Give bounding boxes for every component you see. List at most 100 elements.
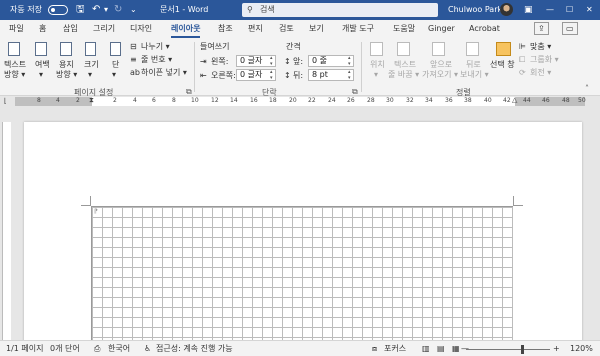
text-direction-icon[interactable]	[8, 42, 20, 56]
zoom-in-button[interactable]: +	[553, 344, 560, 354]
tab-design[interactable]: 디자인	[130, 23, 152, 35]
text-direction-dropdown[interactable]: 방향 ▾	[4, 70, 25, 80]
position-icon[interactable]	[370, 42, 383, 56]
breaks-button[interactable]: 나누기 ▾	[141, 42, 170, 52]
maximize-button[interactable]: ☐	[566, 4, 573, 16]
group-icon[interactable]: ⧠	[519, 55, 525, 65]
orientation-dropdown[interactable]: 방향 ▾	[56, 70, 77, 80]
search-box[interactable]: ⚲ 검색	[242, 3, 438, 17]
tab-insert[interactable]: 삽입	[63, 23, 78, 35]
comments-icon[interactable]: ▭	[562, 22, 578, 35]
page[interactable]: ⁋	[24, 122, 582, 346]
send-backward-dropdown[interactable]: 보내기 ▾	[460, 70, 489, 80]
margins-dropdown[interactable]: ▾	[39, 70, 43, 80]
wrap-text-icon[interactable]	[397, 42, 410, 56]
align-button[interactable]: 맞춤 ▾	[530, 42, 551, 52]
customize-qat-icon[interactable]: ⌄	[130, 4, 137, 16]
breaks-icon[interactable]: ⊟	[130, 42, 137, 52]
tab-layout[interactable]: 레이아웃	[171, 23, 201, 38]
user-name[interactable]: Chulwoo Park	[448, 4, 502, 16]
orientation-icon[interactable]	[60, 42, 72, 56]
indent-right-input[interactable]: 0 글자	[236, 69, 276, 81]
tab-developer[interactable]: 개발 도구	[342, 23, 374, 35]
tab-mailings[interactable]: 편지	[248, 23, 263, 35]
send-backward-button[interactable]: 뒤로	[466, 60, 481, 70]
columns-button[interactable]: 단	[112, 60, 119, 70]
line-numbers-button[interactable]: 줄 번호 ▾	[141, 55, 172, 65]
tab-help[interactable]: 도움말	[393, 23, 415, 35]
vertical-ruler[interactable]	[2, 122, 11, 342]
rotate-button[interactable]: 회전 ▾	[530, 68, 551, 78]
position-button[interactable]: 위치	[370, 60, 385, 70]
word-count[interactable]: 0개 단어	[50, 344, 80, 354]
read-mode-icon[interactable]: ▥	[422, 344, 430, 354]
size-button[interactable]: 크기	[84, 60, 99, 70]
accessibility-status[interactable]: 접근성: 계속 진행 가능	[156, 344, 233, 354]
undo-icon[interactable]: ↶	[92, 4, 100, 16]
avatar[interactable]	[500, 3, 513, 16]
redo-icon[interactable]: ↻	[114, 4, 122, 16]
document-title: 문서1 - Word	[160, 5, 209, 14]
tab-references[interactable]: 참조	[218, 23, 233, 35]
selection-pane-button[interactable]: 선택 창	[490, 60, 515, 70]
focus-icon[interactable]: ⧈	[372, 344, 377, 354]
wrap-text-button[interactable]: 텍스트	[394, 60, 416, 70]
undo-dropdown-icon[interactable]: ▾	[104, 4, 108, 16]
bring-forward-dropdown[interactable]: 가져오기 ▾	[422, 70, 458, 80]
spacing-before-input[interactable]: 0 줄	[308, 55, 354, 67]
indent-marker-icon[interactable]: ⧗	[89, 96, 94, 104]
tab-ginger[interactable]: Ginger	[428, 23, 455, 35]
indent-left-input[interactable]: 0 글자	[236, 55, 276, 67]
size-icon[interactable]	[85, 42, 96, 56]
share-icon[interactable]: ⇪	[534, 22, 549, 35]
proofing-icon[interactable]: ⎙	[94, 344, 100, 354]
tab-acrobat[interactable]: Acrobat	[469, 23, 500, 35]
tab-view[interactable]: 보기	[309, 23, 324, 35]
wrap-text-dropdown[interactable]: 줄 바꿈 ▾	[388, 70, 419, 80]
page-count[interactable]: 1/1 페이지	[6, 344, 44, 354]
tab-review[interactable]: 검토	[279, 23, 294, 35]
print-layout-icon[interactable]: ▤	[437, 344, 445, 354]
position-dropdown[interactable]: ▾	[374, 70, 378, 80]
language[interactable]: 한국어	[108, 344, 130, 354]
ruler-tick-label: 12	[211, 97, 219, 104]
orientation-button[interactable]: 용지	[59, 60, 74, 70]
rotate-icon[interactable]: ⟳	[519, 68, 526, 78]
send-backward-icon[interactable]	[466, 42, 479, 56]
bring-forward-icon[interactable]	[432, 42, 445, 56]
ribbon-display-icon[interactable]: ▣	[524, 4, 533, 16]
margins-icon[interactable]	[35, 42, 47, 56]
align-icon[interactable]: ⊫	[519, 42, 526, 52]
hyphenation-icon[interactable]: ab	[130, 68, 140, 78]
size-dropdown[interactable]: ▾	[88, 70, 92, 80]
focus-button[interactable]: 포커스	[384, 344, 406, 354]
line-numbers-icon[interactable]: ≡	[130, 55, 137, 65]
selection-pane-icon[interactable]	[496, 42, 511, 56]
tab-selector-icon[interactable]: ⌊	[4, 97, 7, 105]
spacing-after-input[interactable]: 8 pt	[308, 69, 354, 81]
accessibility-icon[interactable]: ♿	[144, 344, 151, 354]
autosave-toggle[interactable]	[48, 5, 68, 15]
save-icon[interactable]: 🖫	[76, 4, 85, 16]
zoom-slider-thumb[interactable]	[521, 345, 524, 354]
right-indent-marker-icon[interactable]: △	[512, 96, 517, 104]
spacing-after-value: 8 pt	[312, 70, 328, 79]
text-direction-button[interactable]: 텍스트	[4, 60, 26, 70]
manuscript-grid[interactable]	[91, 206, 513, 346]
zoom-slider[interactable]	[466, 349, 550, 350]
margins-button[interactable]: 여백	[35, 60, 50, 70]
zoom-level[interactable]: 120%	[570, 344, 593, 354]
bring-forward-button[interactable]: 앞으로	[430, 60, 452, 70]
minimize-button[interactable]: —	[546, 4, 554, 16]
close-button[interactable]: ✕	[586, 4, 593, 16]
horizontal-ruler[interactable]: ⌊ 8 4 2 2 4 6 8 10 12 14 16 18 20 22 24 26 28 30 32 34 36 38 4…	[0, 96, 600, 108]
columns-dropdown[interactable]: ▾	[112, 70, 116, 80]
hyphenation-button[interactable]: 하이픈 넣기 ▾	[141, 68, 187, 78]
columns-icon[interactable]	[110, 42, 121, 56]
web-layout-icon[interactable]: ▦	[452, 344, 460, 354]
tab-home[interactable]: 홈	[39, 23, 46, 35]
tab-draw[interactable]: 그리기	[93, 23, 115, 35]
collapse-ribbon-icon[interactable]: ˄	[585, 84, 589, 93]
group-button[interactable]: 그룹화 ▾	[530, 55, 559, 65]
tab-file[interactable]: 파일	[9, 23, 24, 35]
